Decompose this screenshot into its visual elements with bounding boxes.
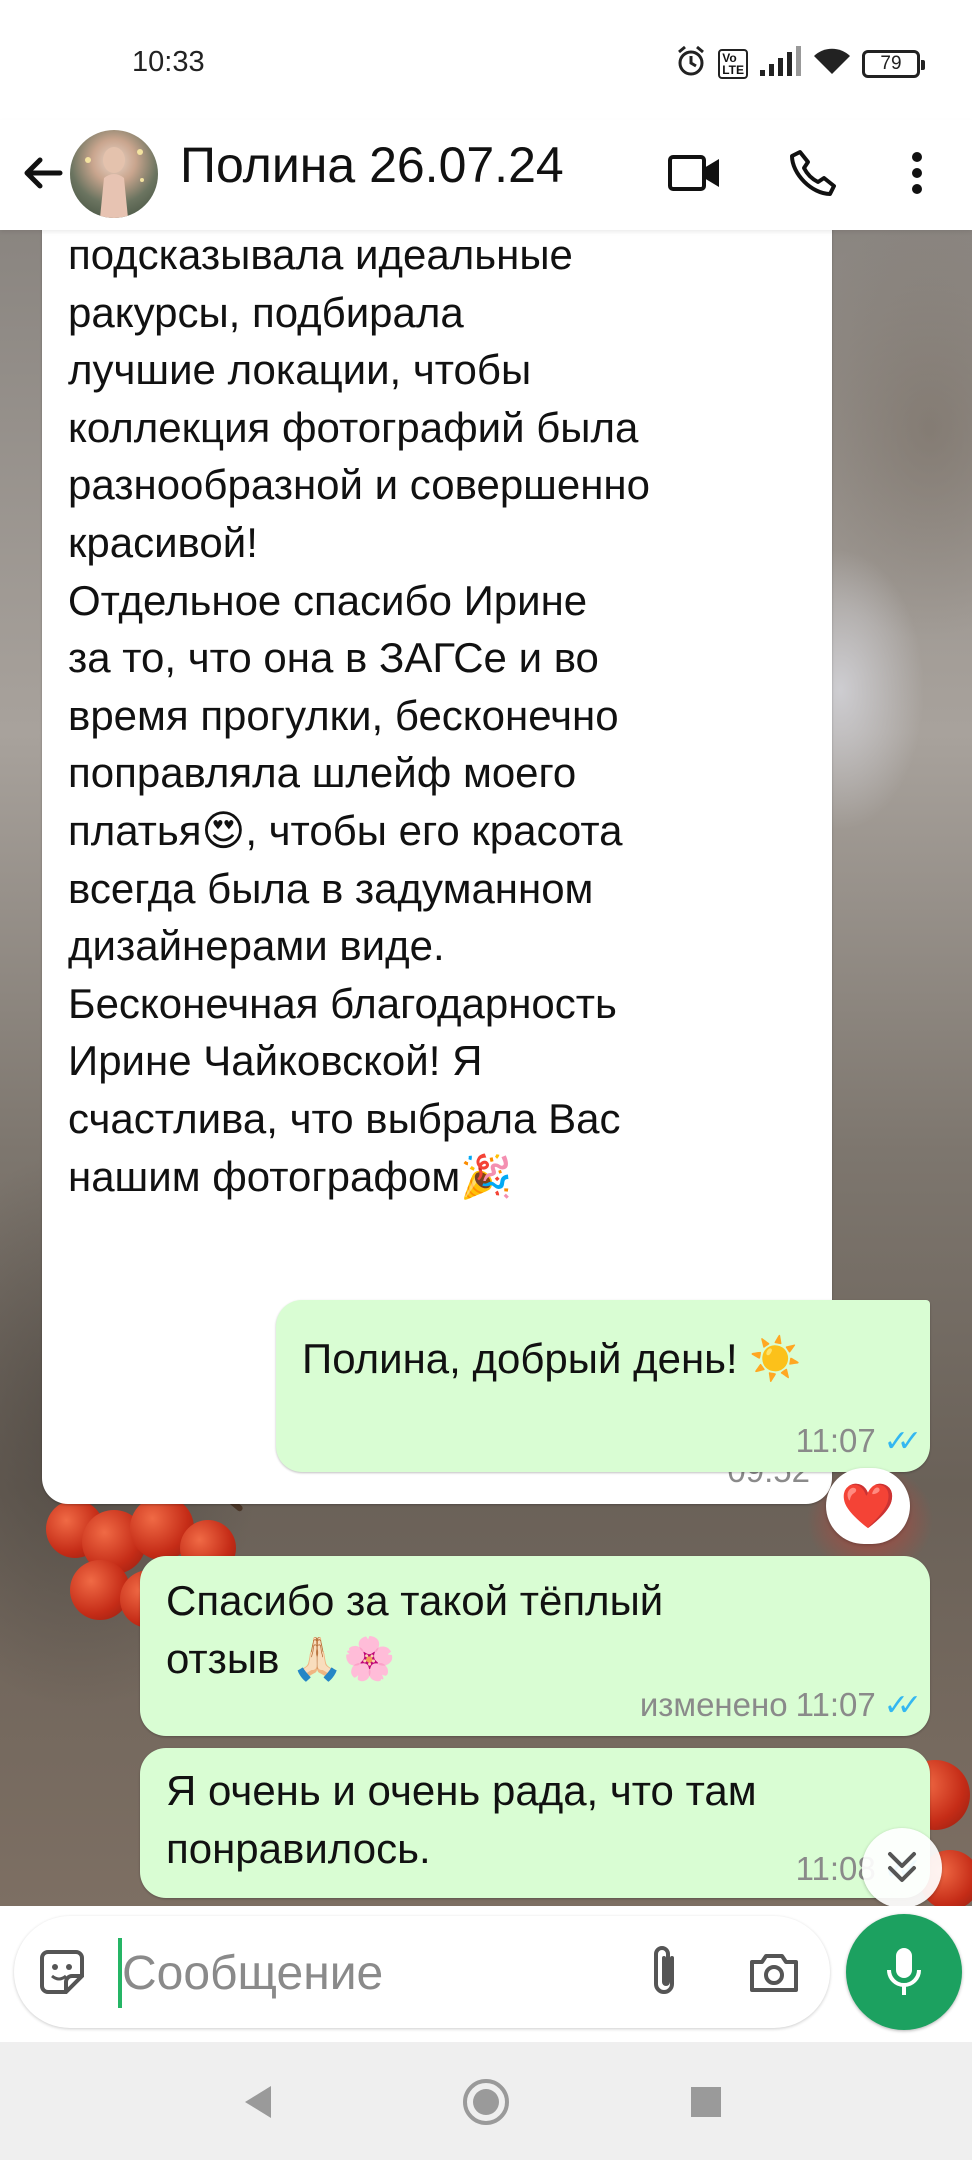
read-ticks-icon: ✓✓ (883, 1424, 922, 1458)
signal-icon (758, 46, 802, 81)
video-call-button[interactable] (660, 138, 730, 208)
battery-indicator: 79 (862, 49, 925, 78)
back-button[interactable] (18, 148, 68, 198)
message-bubble-outgoing[interactable]: Спасибо за такой тёплый отзыв 🙏🏻🌸 измене… (140, 1556, 930, 1736)
wifi-icon (812, 46, 852, 81)
nav-home-button[interactable] (456, 2072, 516, 2132)
message-bubble-outgoing[interactable]: Я очень и очень рада, что там понравилос… (140, 1748, 930, 1898)
edited-label: изменено (639, 1686, 788, 1723)
more-options-button[interactable] (882, 138, 952, 208)
nav-back-icon (245, 2086, 271, 2118)
phone-icon (790, 150, 836, 196)
avatar[interactable] (70, 130, 158, 218)
read-ticks-icon: ✓✓ (883, 1688, 922, 1722)
alarm-icon (674, 44, 708, 83)
mic-icon (887, 1948, 921, 1995)
sticker-button[interactable] (34, 1944, 90, 2000)
attach-icon (654, 1946, 674, 1994)
volte-icon: Vo LTE (718, 48, 748, 79)
message-meta: изменено 11:07 ✓✓ (639, 1686, 922, 1724)
nav-back-button[interactable] (228, 2072, 288, 2132)
system-navigation-bar (0, 2042, 972, 2160)
chevron-down-icon (888, 1852, 916, 1882)
back-arrow-icon (24, 157, 63, 189)
status-time: 10:33 (132, 46, 205, 78)
message-text: Спасибо за такой тёплый отзыв 🙏🏻🌸 (166, 1577, 664, 1682)
scroll-to-bottom-button[interactable] (862, 1828, 942, 1906)
camera-icon (750, 1954, 798, 1992)
status-bar: 10:33 Vo LTE 79 (0, 0, 972, 120)
nav-recents-button[interactable] (676, 2072, 736, 2132)
more-options-icon (912, 152, 922, 194)
voice-record-button[interactable] (846, 1914, 962, 2030)
message-time: 11:07 (795, 1422, 876, 1459)
sticker-icon (40, 1950, 84, 1994)
voice-call-button[interactable] (778, 138, 848, 208)
camera-button[interactable] (742, 1940, 806, 2004)
chat-header: Полина 26.07.24 (0, 120, 972, 230)
status-icons: Vo LTE 79 (674, 44, 925, 83)
message-bubble-outgoing[interactable]: Полина, добрый день! ☀️ 11:07 ✓✓ (276, 1300, 930, 1472)
message-composer (14, 1916, 830, 2028)
contact-name[interactable]: Полина 26.07.24 (180, 136, 564, 194)
message-text: подсказывала идеальные ракурсы, подбирал… (68, 231, 650, 1200)
nav-home-icon (463, 2079, 509, 2125)
reaction-badge[interactable]: ❤️ (826, 1468, 910, 1544)
message-text: Полина, добрый день! ☀️ (302, 1335, 802, 1382)
heart-icon: ❤️ (840, 1481, 896, 1532)
message-time: 11:07 (795, 1686, 876, 1723)
attach-button[interactable] (632, 1940, 696, 2004)
message-input[interactable] (122, 1938, 622, 2008)
chat-area[interactable]: подсказывала идеальные ракурсы, подбирал… (0, 230, 972, 1906)
video-call-icon (668, 155, 719, 191)
nav-recents-icon (691, 2087, 721, 2117)
message-meta: 11:07 ✓✓ (795, 1422, 923, 1460)
